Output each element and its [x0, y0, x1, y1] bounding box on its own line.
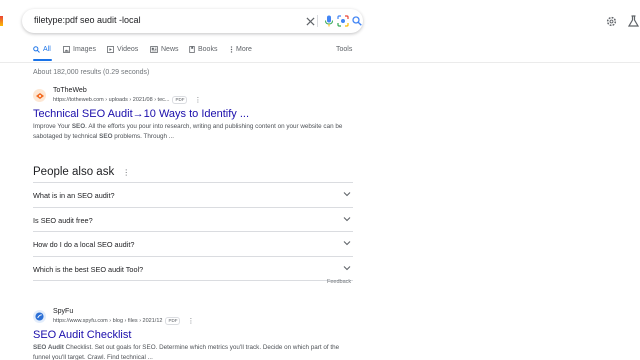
- labs-icon[interactable]: [626, 14, 640, 28]
- tab-all[interactable]: All: [33, 46, 51, 53]
- tab-books[interactable]: Books: [189, 46, 217, 53]
- more-options-icon[interactable]: ⋮: [194, 96, 201, 104]
- more-vert-icon: [230, 46, 233, 53]
- snippet-text: problems. Through ...: [112, 133, 174, 140]
- question-text: Is SEO audit free?: [33, 215, 93, 225]
- tab-images[interactable]: Images: [63, 46, 96, 53]
- settings-icon[interactable]: [604, 14, 618, 28]
- question-text: How do I do a local SEO audit?: [33, 240, 135, 249]
- search-tabs: All Images Videos News Books More Tools: [33, 46, 353, 62]
- tab-label: More: [236, 46, 252, 53]
- question-text: Which is the best SEO audit Tool?: [33, 264, 144, 274]
- people-also-ask-list: What is in an SEO audit? Is SEO audit fr…: [33, 182, 353, 280]
- search-results-page: filetype:pdf seo audit -local All Images…: [0, 0, 640, 360]
- result-snippet: Improve Your SEO. All the efforts you po…: [33, 122, 353, 142]
- snippet-bold: SEO Audit: [33, 344, 64, 351]
- chevron-down-icon: [343, 241, 351, 246]
- tab-label: Videos: [117, 46, 139, 53]
- tab-news[interactable]: News: [150, 46, 179, 53]
- tab-label: Books: [198, 46, 218, 53]
- pdf-badge: PDF: [172, 96, 188, 104]
- tools-button[interactable]: Tools: [336, 46, 352, 53]
- chevron-down-icon: [343, 265, 351, 270]
- chevron-down-icon: [343, 192, 351, 197]
- tools-label: Tools: [336, 46, 353, 53]
- book-icon: [189, 46, 195, 53]
- clear-icon[interactable]: [303, 14, 317, 28]
- question-text: What is in an SEO audit?: [33, 191, 115, 200]
- result-title-link[interactable]: Technical SEO Audit→10 Ways to Identify …: [33, 108, 249, 120]
- pdf-badge: PDF: [165, 317, 181, 325]
- tab-label: All: [43, 46, 51, 53]
- image-icon: [63, 46, 70, 53]
- divider: [317, 15, 318, 27]
- feedback-link[interactable]: Feedback: [327, 279, 351, 285]
- result-snippet: SEO Audit Checklist. Set out goals for S…: [33, 343, 353, 360]
- paa-title: People also ask: [33, 166, 115, 178]
- search-result: SpyFu https://www.spyfu.com › blog › fil…: [33, 307, 353, 360]
- snippet-bold: SEO: [99, 133, 113, 140]
- snippet-bold: SEO: [71, 123, 86, 130]
- site-url[interactable]: https://www.spyfu.com › blog › files › 2…: [53, 317, 194, 325]
- divider: [33, 280, 353, 281]
- paa-question[interactable]: How do I do a local SEO audit?: [33, 231, 353, 256]
- video-icon: [107, 46, 114, 53]
- google-logo-fragment[interactable]: [0, 16, 3, 26]
- tab-label: News: [161, 46, 179, 53]
- tab-more[interactable]: More: [230, 46, 252, 53]
- result-title-link[interactable]: SEO Audit Checklist: [33, 329, 131, 341]
- news-icon: [150, 46, 158, 53]
- chevron-down-icon: [343, 216, 351, 221]
- search-icon[interactable]: [350, 14, 364, 28]
- tab-videos[interactable]: Videos: [107, 46, 138, 53]
- snippet-text: Checklist. Set out goals for SEO. Determ…: [33, 344, 340, 360]
- search-result: ToTheWeb https://totheweb.com › uploads …: [33, 86, 353, 146]
- paa-question[interactable]: Which is the best SEO audit Tool?: [33, 255, 353, 281]
- tab-label: Images: [73, 46, 96, 53]
- more-options-icon[interactable]: ⋮: [122, 168, 130, 177]
- search-bar[interactable]: filetype:pdf seo audit -local: [22, 9, 363, 33]
- site-url[interactable]: https://totheweb.com › uploads › 2021/08…: [53, 96, 201, 104]
- search-input[interactable]: filetype:pdf seo audit -local: [34, 15, 141, 25]
- favicon-icon[interactable]: [33, 89, 46, 102]
- site-name[interactable]: SpyFu: [53, 308, 73, 315]
- snippet-text: Improve Your: [33, 123, 72, 130]
- search-icon: [33, 46, 40, 53]
- paa-question[interactable]: Is SEO audit free?: [33, 206, 353, 232]
- favicon-icon[interactable]: [33, 310, 46, 323]
- people-also-ask-heading: People also ask ⋮: [33, 166, 130, 178]
- lens-icon[interactable]: [336, 14, 350, 28]
- microphone-icon[interactable]: [322, 14, 336, 28]
- divider: [0, 62, 640, 63]
- active-tab-indicator: [33, 59, 52, 61]
- paa-question[interactable]: What is in an SEO audit?: [33, 182, 353, 207]
- site-name[interactable]: ToTheWeb: [53, 87, 87, 94]
- url-text: https://www.spyfu.com › blog › files › 2…: [53, 318, 163, 324]
- url-text: https://totheweb.com › uploads › 2021/08…: [53, 97, 170, 103]
- result-stats: About 182,000 results (0.29 seconds): [33, 69, 150, 76]
- more-options-icon[interactable]: ⋮: [187, 317, 194, 325]
